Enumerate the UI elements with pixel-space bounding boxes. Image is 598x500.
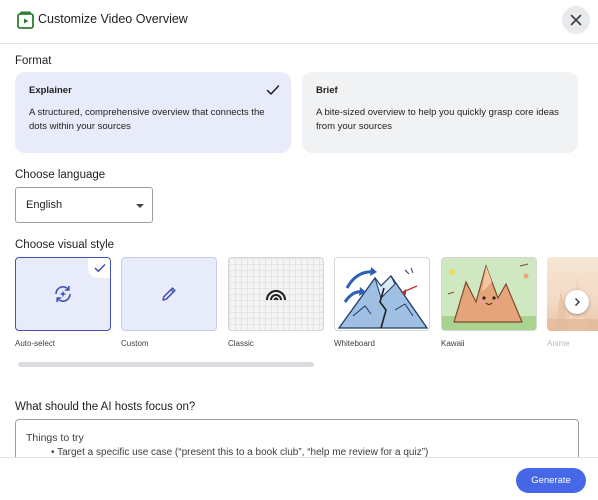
checkmark-icon: [94, 263, 106, 273]
dialog-footer: [0, 457, 598, 500]
style-tile-classic[interactable]: [228, 257, 324, 331]
language-value: English: [26, 199, 63, 211]
chevron-right-icon: [574, 297, 581, 307]
style-label-kawaii: Kawaii: [441, 339, 465, 348]
focus-placeholder-title: Things to try: [26, 432, 84, 444]
style-scrollbar[interactable]: [18, 362, 314, 367]
format-option-description: A structured, comprehensive overview tha…: [29, 107, 265, 132]
language-label: Choose language: [15, 169, 106, 181]
whiteboard-illustration: [337, 267, 429, 329]
style-tile-auto-select[interactable]: [15, 257, 111, 331]
close-button[interactable]: [562, 6, 590, 34]
visual-style-label: Choose visual style: [15, 239, 115, 251]
dialog-title: Customize Video Overview: [38, 12, 188, 26]
format-option-explainer[interactable]: Explainer A structured, comprehensive ov…: [15, 72, 291, 153]
generate-button[interactable]: Generate: [516, 468, 586, 493]
style-tile-whiteboard[interactable]: [334, 257, 430, 331]
rainbow-icon: [266, 290, 286, 301]
close-icon: [570, 14, 582, 26]
scroll-next-button[interactable]: [565, 290, 589, 314]
style-tile-custom[interactable]: [121, 257, 217, 331]
language-select[interactable]: English: [15, 187, 153, 223]
style-tile-kawaii[interactable]: [441, 257, 537, 331]
dropdown-caret-icon: [136, 204, 144, 208]
pencil-icon: [162, 287, 176, 301]
video-overview-icon: [17, 11, 34, 29]
style-label-auto-select: Auto-select: [15, 339, 56, 348]
auto-select-icon: [55, 286, 71, 302]
format-option-title: Explainer: [29, 85, 72, 96]
format-option-title: Brief: [316, 85, 338, 96]
focus-label: What should the AI hosts focus on?: [15, 401, 196, 413]
checkmark-icon: [266, 85, 280, 95]
format-label: Format: [15, 55, 52, 67]
kawaii-illustration: [442, 258, 536, 330]
style-label-custom: Custom: [121, 339, 149, 348]
style-label-classic: Classic: [228, 339, 254, 348]
selected-badge: [88, 258, 110, 278]
style-label-whiteboard: Whiteboard: [334, 339, 375, 348]
format-option-description: A bite-sized overview to help you quickl…: [316, 107, 559, 132]
dialog-header: Customize Video Overview: [0, 0, 598, 44]
style-label-anime: Anime: [547, 339, 570, 348]
format-option-brief[interactable]: Brief A bite-sized overview to help you …: [302, 72, 578, 153]
